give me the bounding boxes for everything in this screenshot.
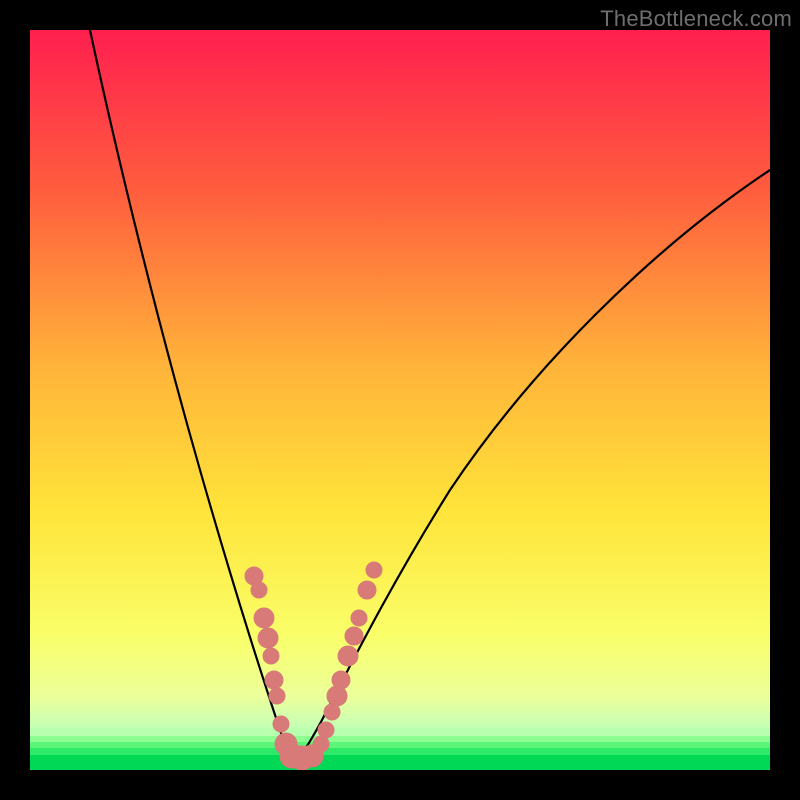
curve-left-branch: [90, 30, 293, 762]
watermark-text: TheBottleneck.com: [600, 6, 792, 32]
plot-frame: [30, 30, 770, 770]
bottleneck-curve: [30, 30, 770, 770]
curve-right-branch: [293, 170, 770, 762]
markers-group: [245, 562, 382, 770]
